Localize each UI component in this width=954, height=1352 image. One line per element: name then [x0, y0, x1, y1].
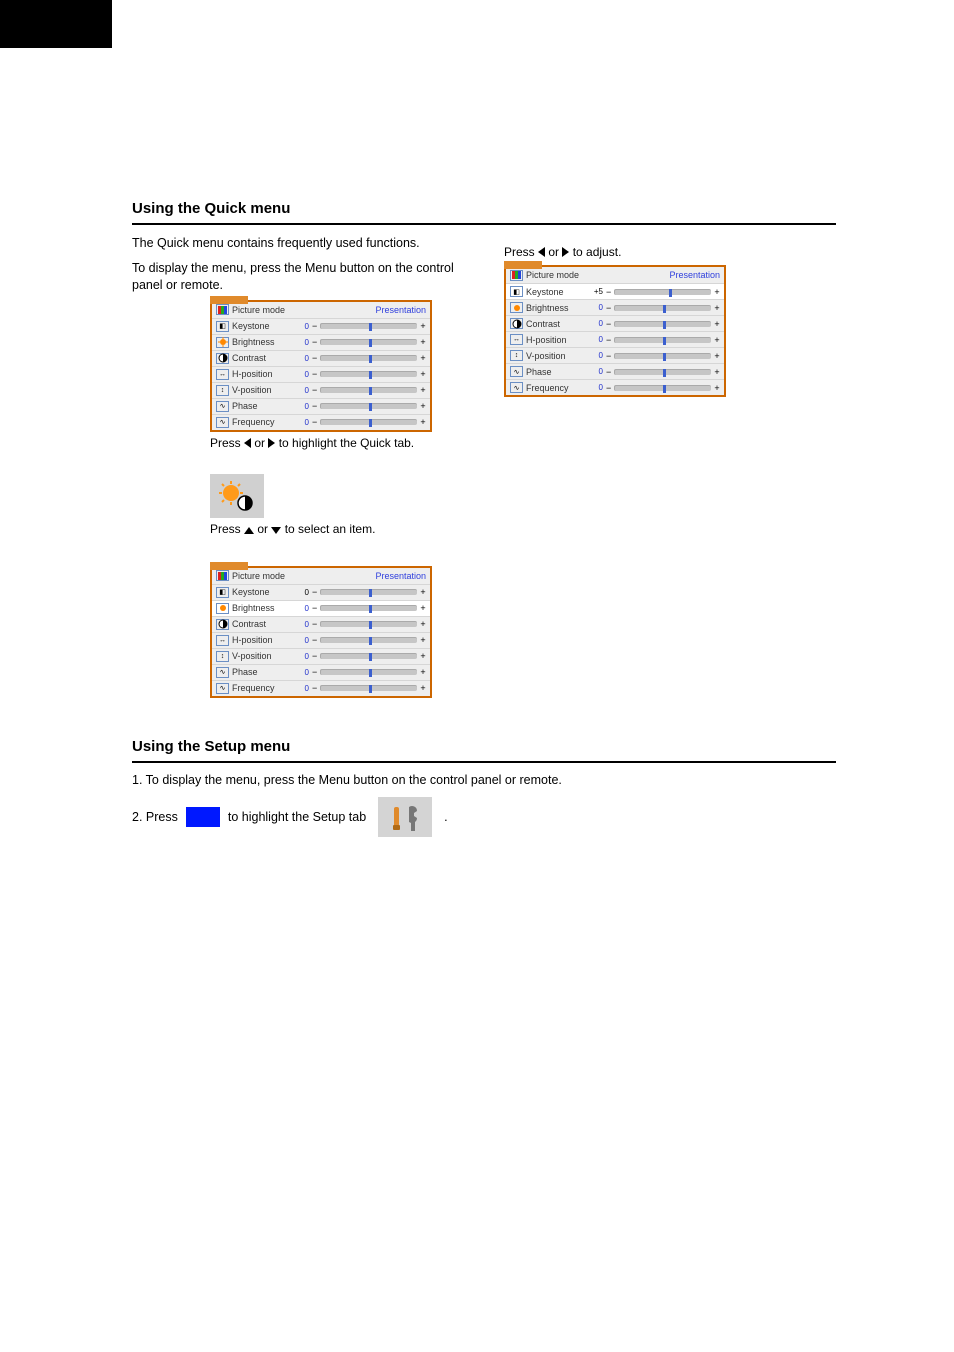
right-column: Press or to adjust. Picture modePresenta… — [504, 235, 836, 698]
screwdriver-wrench-icon — [378, 797, 432, 837]
osd-panel: Picture mode Presentation ◧Keystone0−+ B… — [210, 300, 432, 432]
left-column: The Quick menu contains frequently used … — [132, 235, 464, 698]
hposition-icon: ↔ — [216, 635, 229, 646]
intro-text: The Quick menu contains frequently used … — [132, 235, 464, 252]
caption: Press or to select an item. — [210, 522, 464, 536]
brightness-icon — [216, 337, 229, 348]
caption: Press or to adjust. — [504, 245, 836, 259]
osd-panel: Picture modePresentation ◧Keystone0−+ Br… — [210, 566, 432, 698]
slider — [320, 323, 417, 329]
osd-mode-value: Presentation — [375, 305, 426, 315]
brightness-icon — [216, 603, 229, 614]
picture-mode-icon — [216, 570, 229, 581]
section-title: Using the Setup menu — [132, 738, 836, 755]
phase-icon: ∿ — [510, 366, 523, 377]
osd-active-tab — [210, 296, 248, 304]
up-arrow-icon — [244, 527, 254, 534]
keystone-icon: ◧ — [216, 321, 229, 332]
quick-menu-section: Using the Quick menu The Quick menu cont… — [132, 200, 836, 698]
contrast-icon — [216, 353, 229, 364]
phase-icon: ∿ — [216, 401, 229, 412]
brightness-icon — [510, 302, 523, 313]
vposition-icon: ↕ — [216, 651, 229, 662]
setup-menu-section: Using the Setup menu 1. To display the m… — [132, 738, 836, 837]
osd-active-tab — [504, 261, 542, 269]
osd-row: Contrast0−+ — [212, 350, 430, 366]
keystone-icon: ◧ — [510, 286, 523, 297]
step-1: 1. To display the menu, press the Menu b… — [132, 773, 836, 787]
hposition-icon: ↔ — [510, 334, 523, 345]
page-corner-tab — [0, 0, 112, 48]
brightness-contrast-icon — [210, 474, 264, 518]
keystone-icon: ◧ — [216, 587, 229, 598]
caption: Press or to highlight the Quick tab. — [210, 436, 464, 450]
left-arrow-icon — [244, 438, 251, 448]
left-arrow-icon — [538, 247, 545, 257]
vposition-icon: ↕ — [216, 385, 229, 396]
step-2: 2. Press to highlight the Setup tab . — [132, 797, 836, 837]
osd-row: ∿Phase0−+ — [212, 398, 430, 414]
divider — [132, 223, 836, 225]
vposition-icon: ↕ — [510, 350, 523, 361]
osd-row: ◧Keystone0−+ — [212, 318, 430, 334]
osd-active-tab — [210, 562, 248, 570]
frequency-icon: ∿ — [216, 683, 229, 694]
section-title: Using the Quick menu — [132, 200, 836, 217]
right-arrow-icon — [268, 438, 275, 448]
osd-panel: Picture modePresentation ◧Keystone+5−+ B… — [504, 265, 726, 397]
phase-icon: ∿ — [216, 667, 229, 678]
divider — [132, 761, 836, 763]
osd-row: Brightness0−+ — [212, 334, 430, 350]
osd-row: ∿Frequency0−+ — [212, 414, 430, 430]
right-arrow-button[interactable] — [186, 807, 220, 827]
down-arrow-icon — [271, 527, 281, 534]
hposition-icon: ↔ — [216, 369, 229, 380]
osd-row-picture-mode: Picture mode Presentation — [212, 302, 430, 318]
right-arrow-icon — [562, 247, 569, 257]
contrast-icon — [510, 318, 523, 329]
osd-label: Picture mode — [232, 305, 288, 315]
picture-mode-icon — [510, 270, 523, 281]
frequency-icon: ∿ — [216, 417, 229, 428]
picture-mode-icon — [216, 304, 229, 315]
osd-row: ↔H-position0−+ — [212, 366, 430, 382]
frequency-icon: ∿ — [510, 382, 523, 393]
osd-row: ↕V-position0−+ — [212, 382, 430, 398]
open-menu-text: To display the menu, press the Menu butt… — [132, 260, 464, 294]
contrast-icon — [216, 619, 229, 630]
